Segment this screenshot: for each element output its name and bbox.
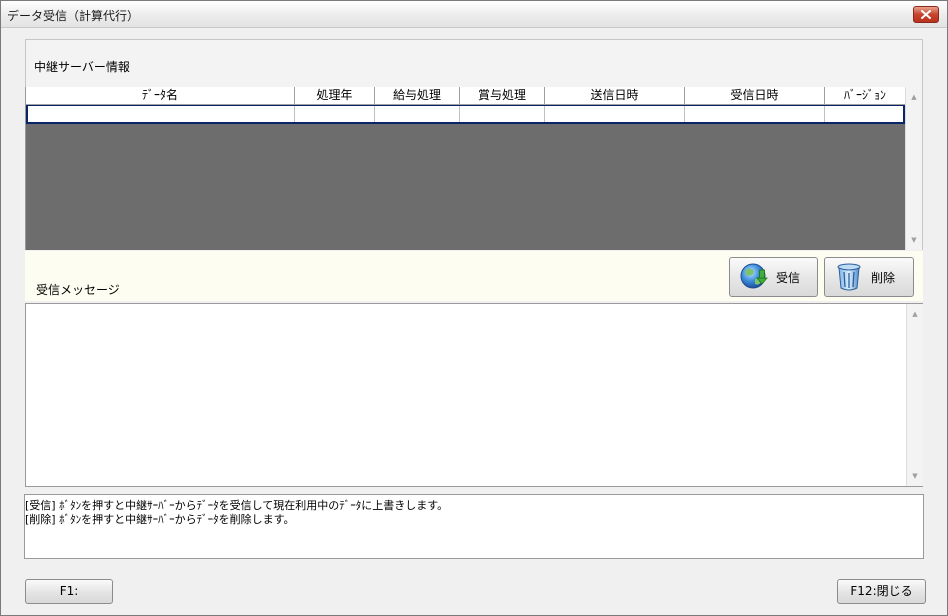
- cell-bonus[interactable]: [460, 106, 545, 122]
- column-header-bonus[interactable]: 賞与処理: [460, 87, 545, 105]
- cell-year[interactable]: [295, 106, 375, 122]
- delete-button[interactable]: 削除: [824, 257, 914, 297]
- window-title: データ受信（計算代行）: [7, 9, 140, 23]
- message-scrollbar[interactable]: ▲ ▼: [906, 304, 923, 486]
- cell-salary[interactable]: [375, 106, 460, 122]
- message-textarea[interactable]: [25, 303, 923, 487]
- cell-version[interactable]: [825, 106, 903, 122]
- receive-label: 受信: [776, 270, 801, 285]
- scroll-down-icon[interactable]: ▼: [906, 232, 922, 248]
- column-header-received-at[interactable]: 受信日時: [685, 87, 825, 105]
- column-header-sent-at[interactable]: 送信日時: [545, 87, 685, 105]
- cell-data-name[interactable]: [28, 106, 295, 122]
- cell-received-at[interactable]: [685, 106, 825, 122]
- app-window: データ受信（計算代行） 中継サーバー情報 ﾃﾞｰﾀ名 処理年 給与処理 賞与処理…: [0, 0, 948, 616]
- scroll-up-icon[interactable]: ▲: [906, 89, 922, 105]
- f12-close-button[interactable]: F12:閉じる: [837, 579, 926, 604]
- message-label: 受信メッセージ: [36, 283, 120, 297]
- server-info-label: 中継サーバー情報: [34, 60, 130, 74]
- grid-header: ﾃﾞｰﾀ名 処理年 給与処理 賞与処理 送信日時 受信日時 ﾊﾞｰｼﾞｮﾝ: [26, 87, 905, 105]
- server-data-grid[interactable]: ﾃﾞｰﾀ名 処理年 給与処理 賞与処理 送信日時 受信日時 ﾊﾞｰｼﾞｮﾝ: [25, 87, 905, 250]
- table-row[interactable]: [26, 105, 905, 124]
- grid-scrollbar[interactable]: ▲ ▼: [905, 87, 922, 250]
- title-bar[interactable]: データ受信（計算代行）: [1, 1, 947, 28]
- cell-sent-at[interactable]: [545, 106, 685, 122]
- column-header-year[interactable]: 処理年: [295, 87, 375, 105]
- scroll-up-icon[interactable]: ▲: [907, 306, 923, 322]
- close-button[interactable]: [913, 6, 939, 23]
- help-line-delete: [削除] ﾎﾞﾀﾝを押すと中継ｻｰﾊﾞｰからﾃﾞｰﾀを削除します。: [25, 513, 295, 526]
- trash-icon: [837, 263, 861, 291]
- close-icon: [921, 10, 931, 19]
- delete-label: 削除: [871, 270, 896, 285]
- scroll-down-icon[interactable]: ▼: [907, 468, 923, 484]
- receive-button[interactable]: 受信: [729, 257, 818, 297]
- f1-button[interactable]: F1:: [25, 579, 113, 604]
- help-text-box: [受信] ﾎﾞﾀﾝを押すと中継ｻｰﾊﾞｰからﾃﾞｰﾀを受信して現在利用中のﾃﾞｰ…: [24, 494, 924, 559]
- column-header-version[interactable]: ﾊﾞｰｼﾞｮﾝ: [825, 87, 905, 105]
- column-header-data-name[interactable]: ﾃﾞｰﾀ名: [26, 87, 295, 105]
- globe-download-icon: [740, 263, 768, 289]
- column-header-salary[interactable]: 給与処理: [375, 87, 460, 105]
